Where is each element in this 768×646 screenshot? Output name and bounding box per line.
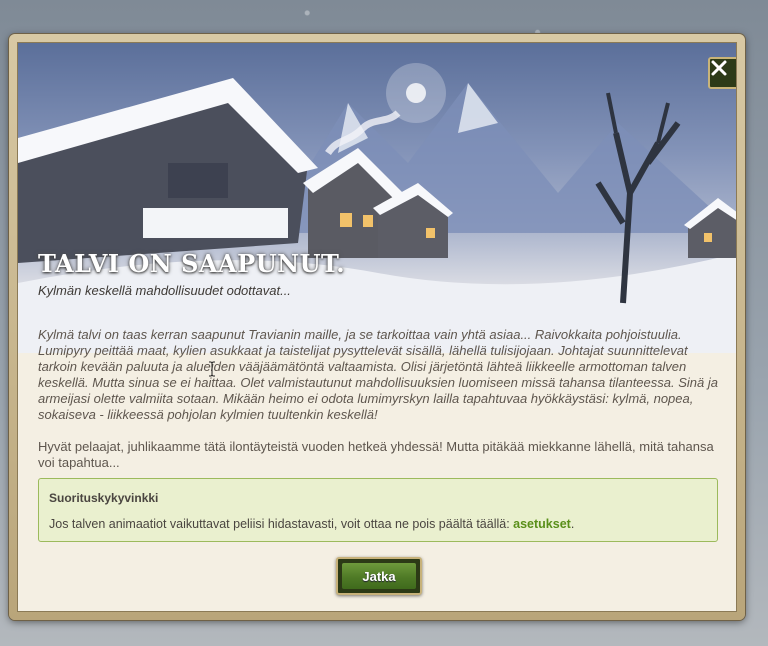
winter-dialog: TALVI ON SAAPUNUT. Kylmän keskellä mahdo… — [9, 34, 745, 620]
greeting-text: Hyvät pelaajat, juhlikaamme tätä ilontäy… — [38, 439, 714, 470]
winter-village-illustration — [18, 43, 736, 353]
performance-tip-box: Suorituskykyvinkki Jos talven animaatiot… — [38, 478, 718, 542]
dialog-title: TALVI ON SAAPUNUT. — [38, 249, 346, 278]
story-text: Kylmä talvi on taas kerran saapunut Trav… — [38, 327, 718, 422]
close-button[interactable] — [708, 57, 736, 89]
tip-end: . — [570, 517, 575, 531]
dialog-subtitle: Kylmän keskellä mahdollisuudet odottavat… — [38, 283, 291, 298]
tip-description: Jos talven animaatiot vaikuttavat peliis… — [49, 517, 514, 531]
close-icon — [711, 60, 727, 76]
tip-text: Jos talven animaatiot vaikuttavat peliis… — [49, 517, 574, 531]
settings-link[interactable]: asetukset — [513, 517, 571, 531]
dialog-content: TALVI ON SAAPUNUT. Kylmän keskellä mahdo… — [17, 42, 737, 612]
text-cursor-icon — [209, 361, 215, 377]
continue-button-label: Jatka — [342, 563, 416, 589]
continue-button[interactable]: Jatka — [336, 557, 422, 595]
tip-title: Suorituskykyvinkki — [49, 491, 159, 505]
